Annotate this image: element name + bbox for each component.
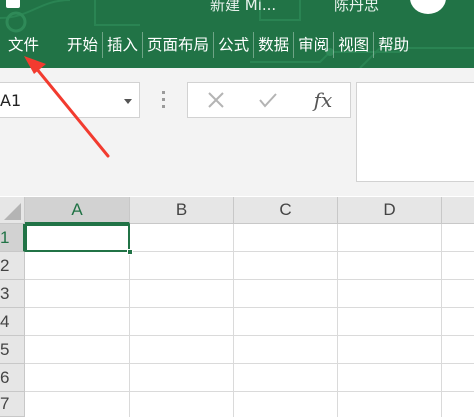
tab-home[interactable]: 开始: [63, 32, 104, 58]
document-title: 新建 Mi...: [210, 0, 277, 14]
save-icon[interactable]: [6, 0, 20, 8]
row-header-6[interactable]: 6: [0, 364, 25, 392]
fx-icon: fx: [313, 88, 333, 112]
column-header-c[interactable]: C: [234, 197, 338, 224]
formula-buttons: fx: [187, 82, 351, 118]
chevron-down-icon[interactable]: [124, 99, 132, 104]
select-all-triangle-icon: [4, 203, 21, 220]
tab-formulas[interactable]: 公式: [214, 32, 255, 58]
row-header-4[interactable]: 4: [0, 308, 25, 336]
column-header-a[interactable]: A: [25, 197, 130, 224]
row-header-2[interactable]: 2: [0, 252, 25, 280]
tab-review[interactable]: 审阅: [294, 32, 335, 58]
user-name[interactable]: 陈丹忠: [334, 0, 379, 15]
avatar[interactable]: [410, 0, 446, 14]
title-bar: 新建 Mi... 陈丹忠: [0, 0, 474, 14]
active-cell-a1[interactable]: [25, 224, 130, 252]
tab-view[interactable]: 视图: [334, 32, 375, 58]
ribbon: 新建 Mi... 陈丹忠 文件 开始 插入 页面布局 公式 数据 审阅 视图 帮…: [0, 0, 474, 68]
column-header-b[interactable]: B: [130, 197, 234, 224]
row-header-5[interactable]: 5: [0, 336, 25, 364]
tab-data[interactable]: 数据: [254, 32, 295, 58]
cross-icon[interactable]: [196, 83, 236, 117]
name-box-value: A1: [0, 91, 22, 110]
select-all-button[interactable]: [0, 197, 25, 224]
row-header-1[interactable]: 1: [0, 224, 25, 252]
tab-file[interactable]: 文件: [0, 32, 63, 58]
row-header-3[interactable]: 3: [0, 280, 25, 308]
name-box[interactable]: A1: [0, 82, 140, 118]
ribbon-tabs: 文件 开始 插入 页面布局 公式 数据 审阅 视图 帮助: [0, 31, 413, 59]
tab-help[interactable]: 帮助: [374, 32, 413, 58]
tab-page-layout[interactable]: 页面布局: [143, 32, 215, 58]
fill-handle[interactable]: [127, 249, 133, 255]
row-header-7[interactable]: 7: [0, 392, 25, 417]
formula-input[interactable]: [356, 82, 474, 182]
column-header-e[interactable]: [442, 197, 474, 224]
insert-function-button[interactable]: fx: [303, 83, 343, 117]
tab-insert[interactable]: 插入: [103, 32, 144, 58]
formula-bar-grip-icon[interactable]: [162, 91, 165, 109]
check-icon[interactable]: [248, 83, 288, 117]
cell-grid[interactable]: [25, 224, 474, 417]
column-header-d[interactable]: D: [338, 197, 442, 224]
